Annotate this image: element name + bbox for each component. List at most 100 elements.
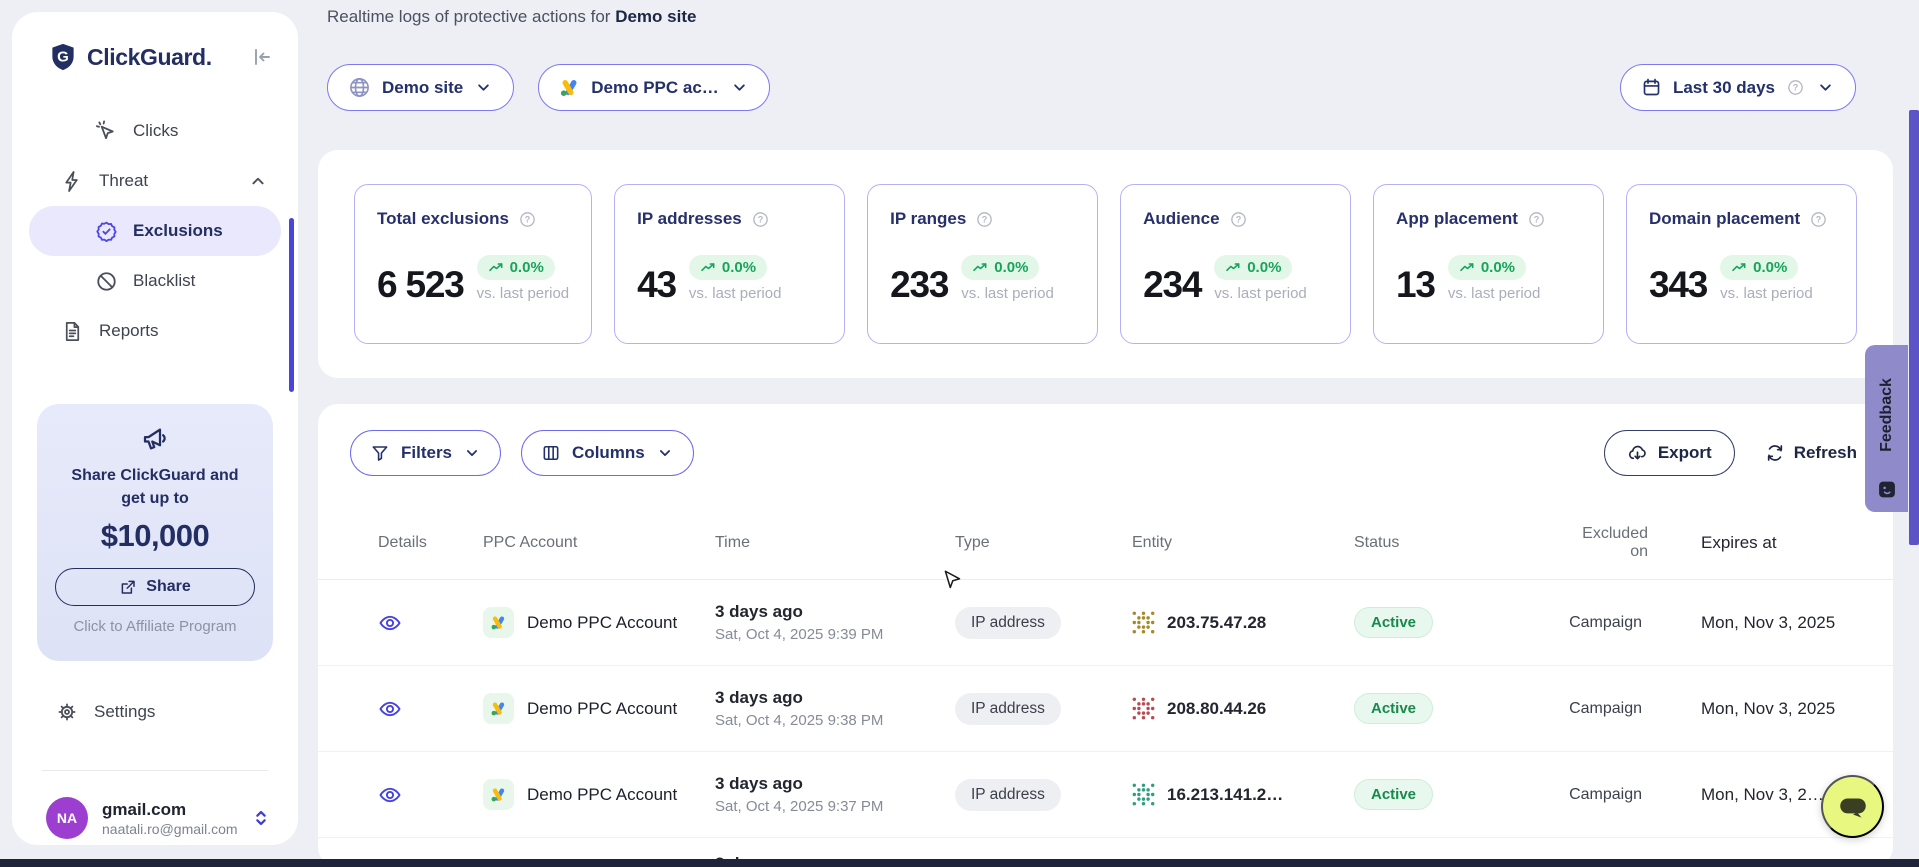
stat-title: App placement — [1396, 209, 1518, 229]
stat-caption: vs. last period — [961, 285, 1054, 302]
trend-badge: 0.0% — [1214, 255, 1292, 280]
chevron-down-icon — [656, 444, 674, 462]
sidebar-item-clicks[interactable]: Clicks — [12, 106, 298, 156]
stat-value: 43 — [637, 268, 676, 301]
sidebar-collapse-icon[interactable] — [250, 45, 274, 69]
date-range-selector[interactable]: Last 30 days — [1620, 64, 1856, 111]
sidebar-item-exclusions[interactable]: Exclusions — [29, 206, 281, 256]
sidebar-item-settings[interactable]: Settings — [12, 688, 298, 736]
external-link-icon — [119, 578, 137, 596]
stat-card-audience: Audience 234 0.0%vs. last period — [1120, 184, 1351, 344]
help-icon[interactable] — [975, 210, 994, 229]
status-badge: Active — [1354, 693, 1433, 724]
table-row: Demo PPC Account 3 days agoSat, Oct 4, 2… — [318, 666, 1893, 752]
help-icon[interactable] — [751, 210, 770, 229]
stat-card-ip-ranges: IP ranges 233 0.0% vs. last period — [867, 184, 1098, 344]
stat-title: Audience — [1143, 209, 1220, 229]
stat-value: 233 — [890, 268, 948, 301]
filters-button[interactable]: Filters — [350, 430, 501, 476]
stat-value: 343 — [1649, 268, 1707, 301]
table-row: Demo PPC Account 3 days agoSat, Oct 4, 2… — [318, 580, 1893, 666]
columns-button[interactable]: Columns — [521, 430, 694, 476]
funnel-icon — [370, 443, 390, 463]
ip-identicon — [1132, 611, 1155, 634]
feedback-tab[interactable]: Feedback — [1865, 345, 1908, 512]
sidebar-item-label: Exclusions — [133, 221, 223, 241]
col-header-expires-at: Expires at — [1648, 533, 1833, 553]
col-header-type: Type — [955, 534, 1132, 552]
view-details-button[interactable] — [378, 783, 483, 807]
trend-up-icon — [972, 260, 988, 276]
ppc-account-selector[interactable]: Demo PPC ac… — [538, 64, 770, 111]
ppc-account-cell: Demo PPC Account — [483, 779, 715, 810]
help-icon[interactable] — [518, 210, 537, 229]
affiliate-footnote[interactable]: Click to Affiliate Program — [37, 618, 273, 635]
exclusions-table-panel: Filters Columns Export Refresh Details P… — [318, 404, 1893, 867]
ppc-account-cell: Demo PPC Account — [483, 607, 715, 638]
user-menu[interactable]: NA gmail.com naatali.ro@gmail.com — [12, 790, 298, 846]
help-icon[interactable] — [1229, 210, 1248, 229]
col-header-ppc-account: PPC Account — [483, 534, 715, 552]
user-name: gmail.com — [102, 800, 238, 820]
stat-value: 234 — [1143, 268, 1201, 301]
affiliate-card: Share ClickGuard and get up to $10,000 S… — [37, 404, 273, 661]
ip-identicon — [1132, 783, 1155, 806]
google-ads-icon — [483, 607, 514, 638]
stats-panel: Total exclusions 6 523 0.0%vs. last peri… — [318, 150, 1893, 378]
col-header-time: Time — [715, 534, 955, 552]
sidebar: ClickGuard. Clicks Threat Exclusions Bla… — [12, 12, 298, 845]
select-updown-icon — [250, 807, 272, 829]
eye-icon — [378, 783, 402, 807]
sidebar-item-label: Threat — [99, 171, 148, 191]
chat-launcher-button[interactable] — [1821, 775, 1884, 838]
stat-value: 13 — [1396, 268, 1435, 301]
stat-value: 6 523 — [377, 268, 464, 301]
trend-badge: 0.0% — [961, 255, 1039, 280]
trend-badge: 0.0% — [1448, 255, 1526, 280]
divider — [42, 770, 268, 771]
sidebar-item-label: Clicks — [133, 121, 178, 141]
chevron-down-icon — [730, 78, 749, 97]
view-details-button[interactable] — [378, 611, 483, 635]
trend-up-icon — [488, 260, 504, 276]
sidebar-item-threat[interactable]: Threat — [12, 156, 298, 206]
user-email: naatali.ro@gmail.com — [102, 821, 238, 837]
table-row: Demo PPC Account 3 days agoSat, Oct 4, 2… — [318, 752, 1893, 838]
taskbar-edge — [0, 859, 1919, 867]
google-ads-icon — [483, 779, 514, 810]
stat-caption: vs. last period — [689, 285, 782, 302]
document-icon — [61, 320, 84, 343]
eye-icon — [378, 697, 402, 721]
trend-badge: 0.0% — [689, 255, 767, 280]
stat-title: IP ranges — [890, 209, 966, 229]
share-button[interactable]: Share — [55, 568, 255, 606]
affiliate-headline: Share ClickGuard and get up to — [60, 464, 250, 510]
clickguard-logo: ClickGuard. — [48, 42, 212, 72]
type-badge: IP address — [955, 693, 1061, 725]
stat-card-app-placement: App placement 13 0.0%vs. last period — [1373, 184, 1604, 344]
affiliate-amount: $10,000 — [37, 518, 273, 554]
trend-badge: 0.0% — [477, 255, 555, 280]
time-cell: 3 days agoSat, Oct 4, 2025 9:38 PM — [715, 688, 955, 729]
megaphone-icon — [140, 424, 170, 454]
expires-at-cell: Mon, Nov 3, 2025 — [1648, 699, 1833, 719]
site-selector[interactable]: Demo site — [327, 64, 514, 111]
gear-icon — [55, 700, 79, 724]
help-icon[interactable] — [1527, 210, 1546, 229]
trend-up-icon — [1459, 260, 1475, 276]
export-button[interactable]: Export — [1604, 430, 1735, 476]
sidebar-item-blacklist[interactable]: Blacklist — [12, 256, 298, 306]
feedback-smiley-icon — [1877, 480, 1896, 499]
trend-up-icon — [700, 260, 716, 276]
trend-up-icon — [1731, 260, 1747, 276]
help-icon[interactable] — [1809, 210, 1828, 229]
eye-icon — [378, 611, 402, 635]
stat-title: IP addresses — [637, 209, 742, 229]
stat-card-total-exclusions: Total exclusions 6 523 0.0%vs. last peri… — [354, 184, 592, 344]
refresh-button[interactable]: Refresh — [1765, 443, 1857, 463]
page-scrollbar-thumb[interactable] — [1909, 110, 1919, 545]
sidebar-scrollbar[interactable] — [289, 218, 294, 392]
view-details-button[interactable] — [378, 697, 483, 721]
google-ads-icon — [559, 77, 580, 98]
sidebar-item-reports[interactable]: Reports — [12, 306, 298, 356]
